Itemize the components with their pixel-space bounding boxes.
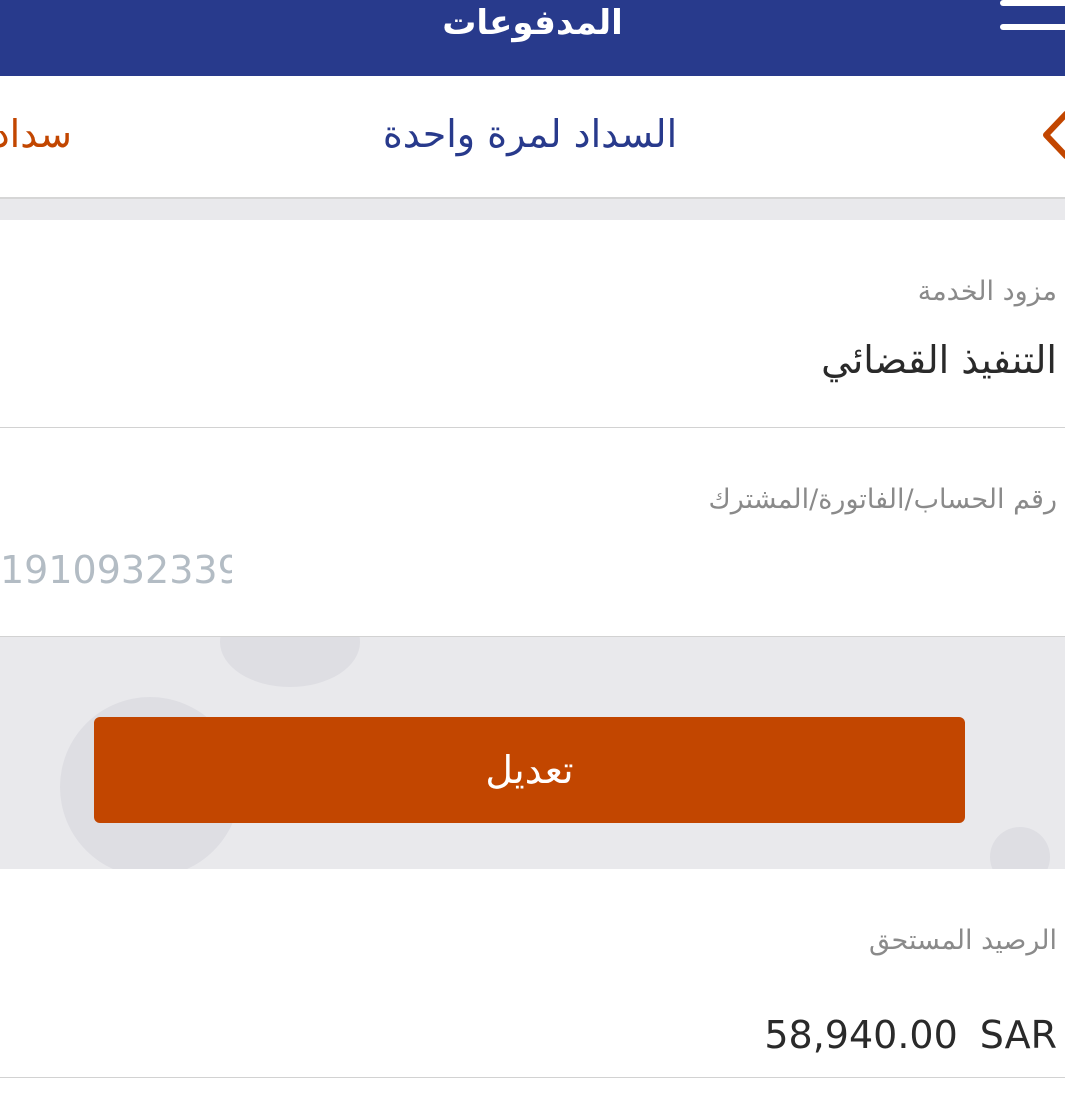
due-balance-field: الرصيد المستحق 58,940.00 SAR: [0, 869, 1065, 1078]
tab-payment[interactable]: سداد: [0, 104, 72, 164]
service-provider-value: التنفيذ القضائي: [821, 338, 1057, 382]
service-provider-field: مزود الخدمة التنفيذ القضائي: [0, 220, 1065, 428]
service-provider-label: مزود الخدمة: [917, 276, 1057, 307]
tab-payment-label: سداد: [0, 112, 72, 156]
page-title: المدفوعات: [442, 3, 623, 43]
section-divider: [0, 199, 1065, 220]
background-decoration: [220, 637, 360, 687]
due-balance-amount: 58,940.00: [764, 1013, 958, 1057]
action-area: تعديل: [0, 637, 1065, 869]
due-balance-label: الرصيد المستحق: [869, 925, 1057, 956]
section-title: السداد لمرة واحدة: [382, 112, 678, 156]
account-number-label: رقم الحساب/الفاتورة/المشترك: [708, 484, 1057, 515]
hamburger-menu-icon[interactable]: [1000, 0, 1065, 34]
account-number-input[interactable]: 1910932339: [0, 548, 232, 592]
payments-screen: المدفوعات سداد السداد لمرة واحدة مزود ال…: [0, 0, 1065, 1106]
background-decoration: [990, 827, 1050, 869]
account-number-field: رقم الحساب/الفاتورة/المشترك 1910932339: [0, 428, 1065, 637]
due-balance-currency: SAR: [979, 1013, 1057, 1057]
section-header: سداد السداد لمرة واحدة: [0, 76, 1065, 199]
edit-button[interactable]: تعديل: [94, 717, 965, 823]
top-app-bar: المدفوعات: [0, 0, 1065, 76]
due-balance-value: 58,940.00 SAR: [764, 1013, 1057, 1057]
chevron-left-icon[interactable]: [1040, 110, 1065, 160]
